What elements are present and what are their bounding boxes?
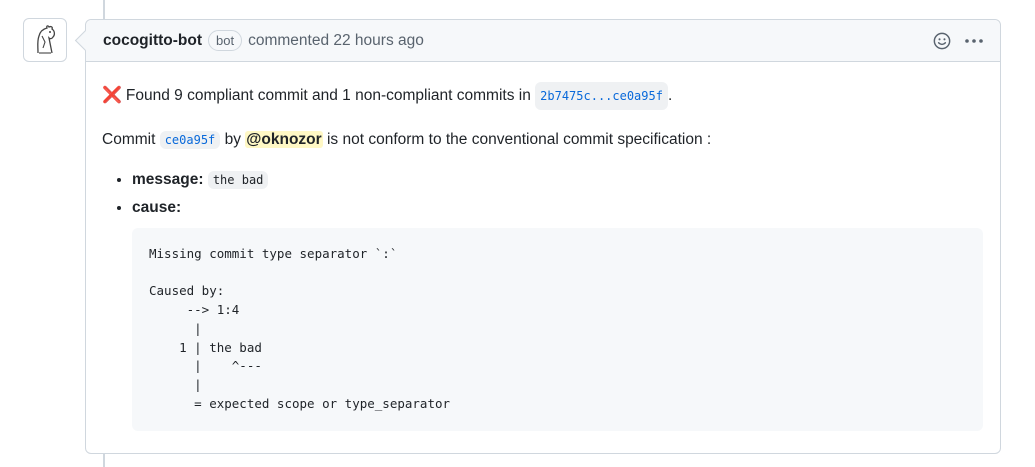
message-label: message: [132, 171, 204, 188]
author-name[interactable]: cocogitto-bot [103, 32, 202, 50]
summary-line: ❌ Found 9 compliant commit and 1 non-com… [102, 82, 984, 110]
comment-card: cocogitto-bot bot commented 22 hours ago [85, 19, 1001, 454]
commit-word: Commit [102, 131, 156, 148]
list-item-message: message: the bad [132, 168, 984, 192]
avatar[interactable] [23, 18, 67, 62]
summary-suffix: . [667, 87, 673, 104]
cause-label: cause: [132, 199, 182, 216]
add-reaction-button[interactable] [932, 31, 952, 51]
summary-text: Found 9 compliant commit and 1 non-compl… [125, 87, 531, 104]
bot-avatar-icon [37, 25, 56, 54]
details-list: message: the bad cause: Missing commit t… [102, 168, 984, 431]
commit-line: Commit ce0a95f by @oknozor is not confor… [102, 128, 984, 152]
commit-range-link[interactable]: 2b7475c...ce0a95f [535, 82, 668, 110]
header-actions [932, 31, 984, 51]
comment-timestamp[interactable]: commented 22 hours ago [248, 32, 424, 50]
smiley-icon [933, 32, 951, 49]
bot-badge: bot [208, 30, 243, 51]
by-word: by [224, 131, 241, 148]
commit-sha-link[interactable]: ce0a95f [159, 131, 221, 149]
user-mention[interactable]: @oknozor [245, 131, 323, 148]
list-item-cause: cause: Missing commit type separator `:`… [132, 196, 984, 431]
comment-menu-button[interactable] [964, 31, 984, 51]
cross-mark-icon: ❌ [102, 87, 122, 104]
kebab-horizontal-icon [965, 38, 983, 43]
cause-code-block: Missing commit type separator `:` Caused… [132, 228, 983, 431]
message-value: the bad [207, 171, 269, 189]
comment-header: cocogitto-bot bot commented 22 hours ago [86, 20, 1000, 62]
comment-body: ❌ Found 9 compliant commit and 1 non-com… [86, 62, 1000, 431]
conform-text: is not conform to the conventional commi… [326, 131, 712, 148]
